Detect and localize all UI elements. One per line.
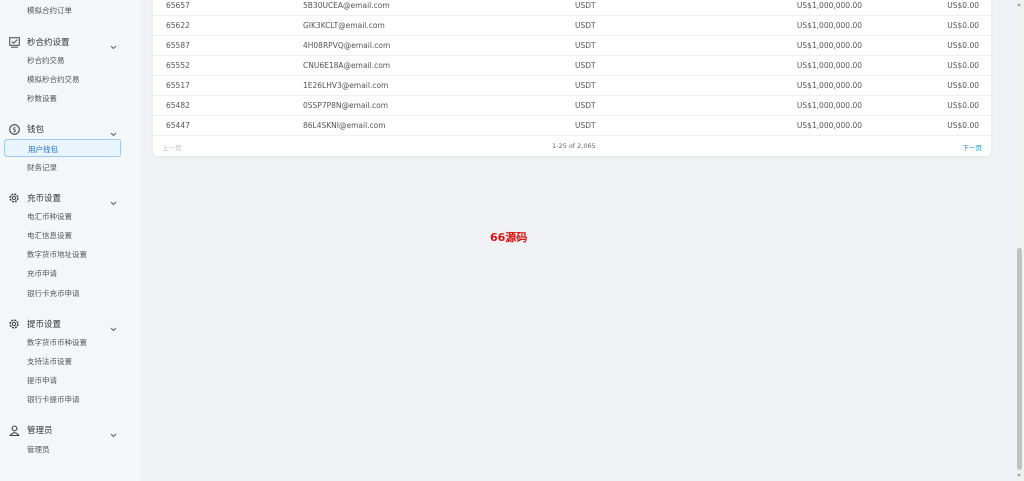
sidebar-item-admin[interactable]: 管理员 <box>27 445 50 455</box>
cell-id: 65447 <box>166 121 190 130</box>
chevron-down-icon <box>109 193 118 206</box>
sidebar-item-second-contract-trade[interactable]: 秒合约交易 <box>27 56 65 66</box>
cell-email: 4H08RPVQ@email.com <box>303 41 391 50</box>
sidebar-item-crypto-currency-setting[interactable]: 数字货币币种设置 <box>27 338 87 348</box>
sidebar-section-label: 钱包 <box>27 125 45 135</box>
cell-email: 1E26LHV3@email.com <box>303 81 389 90</box>
cell-email: 5B30UCEA@email.com <box>303 1 390 10</box>
sidebar-item-deposit-request[interactable]: 充币申请 <box>27 269 57 279</box>
gear-icon <box>8 318 20 330</box>
cell-fee: US$0.00 <box>947 61 979 70</box>
sidebar-section-withdraw-settings[interactable]: 提币设置 <box>8 317 124 332</box>
scroll-down-icon[interactable] <box>1017 474 1021 477</box>
sidebar-section-wallet[interactable]: $ 钱包 <box>8 122 124 137</box>
cell-fee: US$0.00 <box>947 81 979 90</box>
sidebar-section-label: 管理员 <box>27 426 53 436</box>
sidebar-item-bank-deposit-request[interactable]: 银行卡充币申请 <box>27 289 80 299</box>
dollar-circle-icon: $ <box>8 123 20 135</box>
pagination: 上一页 1-25 of 2,065 下一页 <box>153 136 991 156</box>
cell-email: GIK3KCLT@email.com <box>303 21 385 30</box>
sidebar-item-user-wallet[interactable]: 用户钱包 <box>4 139 121 157</box>
sidebar-item-sim-contract-orders[interactable]: 模拟合约订单 <box>27 6 72 16</box>
sidebar-item-sim-second-contract-trade[interactable]: 模拟秒合约交易 <box>27 75 80 85</box>
cell-id: 65482 <box>166 101 190 110</box>
chevron-down-icon <box>109 37 118 50</box>
cell-balance: US$1,000,000.00 <box>796 81 862 90</box>
table-row[interactable]: 65447 86L4SKNI@email.com USDT US$1,000,0… <box>153 116 991 136</box>
cell-id: 65552 <box>166 61 190 70</box>
cell-balance: US$1,000,000.00 <box>796 41 862 50</box>
sidebar-item-wire-currency[interactable]: 电汇币种设置 <box>27 212 72 222</box>
sidebar-item-crypto-address[interactable]: 数字货币地址设置 <box>27 250 87 260</box>
sidebar-section-label: 充币设置 <box>27 194 62 204</box>
cell-currency: USDT <box>575 1 596 10</box>
sidebar-section-label: 提币设置 <box>27 320 62 330</box>
table-row[interactable]: 65482 0SSP7P8N@email.com USDT US$1,000,0… <box>153 96 991 116</box>
cell-currency: USDT <box>575 61 596 70</box>
vertical-scrollbar[interactable] <box>1015 0 1024 481</box>
cell-id: 65657 <box>166 1 190 10</box>
cell-currency: USDT <box>575 81 596 90</box>
sidebar-item-label: 用户钱包 <box>28 145 58 154</box>
cell-fee: US$0.00 <box>947 121 979 130</box>
pagination-info: 1-25 of 2,065 <box>552 142 596 150</box>
sidebar-section-admin[interactable]: 管理员 <box>8 423 124 438</box>
gear-icon <box>8 192 20 204</box>
table-row[interactable]: 65587 4H08RPVQ@email.com USDT US$1,000,0… <box>153 36 991 56</box>
cell-balance: US$1,000,000.00 <box>796 121 862 130</box>
cell-email: 86L4SKNI@email.com <box>303 121 386 130</box>
scroll-up-icon[interactable] <box>1017 3 1021 6</box>
cell-balance: US$1,000,000.00 <box>796 21 862 30</box>
sidebar-item-bank-withdraw-request[interactable]: 银行卡提币申请 <box>27 395 80 405</box>
table-row[interactable]: 65552 CNU6E18A@email.com USDT US$1,000,0… <box>153 56 991 76</box>
cell-currency: USDT <box>575 101 596 110</box>
sidebar-item-fiat-setting[interactable]: 支持法币设置 <box>27 357 72 367</box>
user-icon <box>8 424 20 436</box>
sidebar-item-finance-records[interactable]: 财务记录 <box>27 163 57 173</box>
cell-id: 65517 <box>166 81 190 90</box>
table-row[interactable]: 65517 1E26LHV3@email.com USDT US$1,000,0… <box>153 76 991 96</box>
cell-balance: US$1,000,000.00 <box>796 61 862 70</box>
table-row[interactable]: 65657 5B30UCEA@email.com USDT US$1,000,0… <box>153 0 991 16</box>
cell-currency: USDT <box>575 121 596 130</box>
sidebar-item-seconds-setting[interactable]: 秒数设置 <box>27 94 57 104</box>
cell-fee: US$0.00 <box>947 21 979 30</box>
chart-check-icon <box>8 36 20 48</box>
chevron-down-icon <box>109 124 118 137</box>
sidebar: 模拟合约订单 秒合约设置 秒合约交易 模拟秒合约交易 秒数设置 $ 钱包 用户钱… <box>0 0 140 481</box>
scrollbar-thumb[interactable] <box>1017 248 1022 470</box>
chevron-down-icon <box>109 425 118 438</box>
sidebar-section-label: 秒合约设置 <box>27 38 70 48</box>
cell-id: 65622 <box>166 21 190 30</box>
cell-fee: US$0.00 <box>947 101 979 110</box>
prev-page-button[interactable]: 上一页 <box>162 142 182 152</box>
next-page-button[interactable]: 下一页 <box>963 142 983 152</box>
sidebar-item-wire-info[interactable]: 电汇信息设置 <box>27 231 72 241</box>
cell-email: 0SSP7P8N@email.com <box>303 101 389 110</box>
sidebar-item-withdraw-request[interactable]: 提币申请 <box>27 376 57 386</box>
cell-fee: US$0.00 <box>947 1 979 10</box>
svg-text:$: $ <box>12 126 16 134</box>
cell-email: CNU6E18A@email.com <box>303 61 391 70</box>
cell-balance: US$1,000,000.00 <box>796 1 862 10</box>
table-row[interactable]: 65622 GIK3KCLT@email.com USDT US$1,000,0… <box>153 16 991 36</box>
sidebar-section-deposit-settings[interactable]: 充币设置 <box>8 191 124 206</box>
sidebar-section-second-contract[interactable]: 秒合约设置 <box>8 35 124 50</box>
chevron-down-icon <box>109 319 118 332</box>
cell-currency: USDT <box>575 41 596 50</box>
cell-currency: USDT <box>575 21 596 30</box>
cell-balance: US$1,000,000.00 <box>796 101 862 110</box>
watermark-text: 66源码 <box>490 231 528 244</box>
cell-fee: US$0.00 <box>947 41 979 50</box>
wallet-table-card: 65657 5B30UCEA@email.com USDT US$1,000,0… <box>153 0 991 156</box>
cell-id: 65587 <box>166 41 190 50</box>
